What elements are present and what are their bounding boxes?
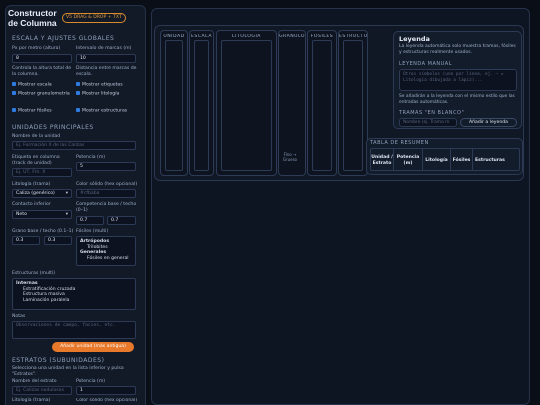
track-header: UNIDAD [163, 34, 185, 39]
track-header: ESTRUCTURA [339, 34, 367, 39]
summary-header-thickness: Potencia (m) [394, 149, 423, 170]
track-body [312, 40, 332, 171]
competence-label: Competencia base / techo (0–1) [76, 202, 137, 213]
track-escala: ESCALA [189, 30, 214, 176]
stratum-lithology-label: Litología (trama) [12, 398, 51, 403]
stratum-thickness-input[interactable]: 1 [76, 386, 136, 395]
checkbox-checked-icon [76, 108, 80, 112]
column-label-input[interactable]: Ej. UT, Fm. X [12, 168, 72, 177]
unit-thickness-label: Potencia (m) [76, 155, 106, 160]
checkbox-checked-icon [76, 91, 80, 95]
manual-legend-textarea[interactable]: Otros símbolos (uno por línea, ej. – = L… [399, 69, 517, 91]
checkbox-checked-icon [12, 108, 16, 112]
track-body [165, 40, 183, 171]
stratum-thickness-label: Potencia (m) [76, 379, 106, 384]
checkbox-checked-icon [12, 82, 16, 86]
grain-scale-label: Fino → Grueso [282, 152, 298, 162]
blank-patterns-heading: TRAMAS "EN BLANCO" [399, 110, 465, 116]
stratum-solid-color-label: Color sólido (hex opcional) [76, 398, 138, 403]
lithology-label: Litología (trama) [12, 182, 51, 187]
checkbox-label: Mostrar litología [82, 91, 120, 97]
summary-table: Unidad / Estrato Potencia (m) Litología … [370, 148, 520, 171]
column-label-label: Etiqueta en columna (track de unidad) [12, 155, 60, 166]
solid-color-label: Color sólido (hex opcional) [76, 182, 138, 187]
show-labels-checkbox[interactable]: Mostrar etiquetas [76, 82, 123, 88]
checkbox-label: Mostrar escala [18, 82, 52, 88]
manual-legend-heading: LEYENDA MANUAL [399, 61, 453, 67]
grain-base-input[interactable]: 0.3 [12, 236, 40, 245]
show-lithology-checkbox[interactable]: Mostrar litología [76, 91, 119, 97]
show-grain-checkbox[interactable]: Mostrar granulometría [12, 91, 72, 97]
px-per-meter-input[interactable]: 8 [12, 54, 72, 63]
track-body [221, 40, 272, 171]
checkbox-label: Mostrar fósiles [18, 108, 52, 114]
checkbox-checked-icon [76, 82, 80, 86]
stratum-name-label: Nombre del estrato [12, 379, 57, 384]
summary-header-lithology: Litología [423, 149, 451, 170]
track-header: ESCALA [191, 34, 212, 39]
contact-select[interactable]: Neto ▾ [12, 210, 72, 219]
blank-pattern-name-input[interactable]: Nombre (ej. Trama m [399, 118, 457, 127]
manual-legend-help: Se añadirán a la leyenda con el mismo es… [399, 94, 515, 105]
summary-header-structures: Estructuras [475, 157, 505, 163]
main-units-heading: UNIDADES PRINCIPALES [12, 124, 94, 131]
chevron-down-icon: ▾ [65, 212, 68, 217]
grain-top-input[interactable]: 0.3 [44, 236, 72, 245]
version-badge: V5 DRAG & DROP + TXT [62, 13, 126, 23]
show-fossils-checkbox[interactable]: Mostrar fósiles [12, 108, 52, 114]
structures-option[interactable]: Laminación paralela [16, 298, 132, 304]
mark-interval-input[interactable]: 10 [76, 54, 136, 63]
track-header: LITOLOGÍA [232, 34, 261, 39]
track-header: FÓSILES [310, 34, 334, 39]
add-to-legend-button[interactable]: Añadir a leyenda [460, 118, 517, 127]
competence-top-input[interactable]: 0.7 [107, 216, 136, 225]
notes-textarea[interactable]: Observaciones de campo, facies, etc. [12, 321, 136, 339]
checkbox-checked-icon [12, 91, 16, 95]
summary-header-fossils: Fósiles [451, 149, 473, 170]
px-per-meter-help: Controla la altura total de la columna. [12, 66, 72, 77]
unit-name-label: Nombre de la unidad [12, 134, 61, 139]
fossils-option[interactable]: Fósiles en general [80, 256, 132, 262]
grain-label: Grano base / techo (0.1–1) [12, 229, 74, 234]
fossils-multiselect[interactable]: Artrópodos Trilobites Generales Fósiles … [76, 236, 136, 266]
fossils-label: Fósiles (multi) [76, 229, 109, 234]
checkbox-label: Mostrar etiquetas [82, 82, 123, 88]
stratum-name-input[interactable]: Ej. Calizas nodulosas [12, 386, 72, 395]
contact-select-value: Neto [16, 212, 27, 217]
summary-table-heading: TABLA DE RESUMEN [370, 140, 429, 146]
chevron-down-icon: ▾ [65, 191, 68, 196]
unit-name-input[interactable]: Ej. Formación X de las Calizas [12, 141, 136, 150]
app-title: Constructor de Columna [8, 8, 57, 28]
solid-color-input[interactable]: #cfbaba [76, 189, 136, 198]
track-fosiles: FÓSILES [307, 30, 337, 176]
checkbox-label: Mostrar estructuras [82, 108, 128, 114]
global-settings-heading: ESCALA Y AJUSTES GLOBALES [12, 35, 115, 42]
track-litologia: LITOLOGÍA [216, 30, 277, 176]
add-unit-button[interactable]: Añadir unidad (más antigua) [52, 342, 134, 352]
track-body [194, 40, 209, 171]
track-estructura: ESTRUCTURA [338, 30, 368, 176]
unit-thickness-input[interactable]: 5 [76, 162, 136, 171]
lithology-select[interactable]: Caliza (genérico) ▾ [12, 189, 72, 198]
competence-base-input[interactable]: 0.7 [76, 216, 104, 225]
summary-header-unit: Unidad / Estrato [371, 149, 394, 170]
structures-label: Estructuras (multi) [12, 271, 56, 276]
lithology-select-value: Caliza (genérico) [16, 191, 55, 196]
track-header: GRANULOMETRÍA [279, 34, 305, 39]
strata-help: Selecciona una unidad en la lista inferi… [12, 366, 124, 377]
track-body [343, 40, 363, 171]
show-structures-checkbox[interactable]: Mostrar estructuras [76, 108, 127, 114]
show-scale-checkbox[interactable]: Mostrar escala [12, 82, 52, 88]
px-per-meter-label: Px por metro (altura) [12, 46, 61, 51]
legend-description: La leyenda automática solo muestra trama… [399, 44, 516, 55]
mark-interval-help: Distancia entre marcas de escala. [76, 66, 137, 77]
structures-multiselect[interactable]: Internas Estratificación cruzada Estruct… [12, 278, 136, 310]
checkbox-label: Mostrar granulometría [18, 91, 70, 97]
strata-heading: ESTRATOS (SUBUNIDADES) [12, 357, 105, 364]
contact-label: Contacto inferior [12, 202, 51, 207]
notes-label: Notas [12, 314, 26, 319]
legend-title: Leyenda [399, 35, 430, 43]
mark-interval-label: Intervalo de marcas (m) [76, 46, 132, 51]
track-unidad: UNIDAD [160, 30, 188, 176]
